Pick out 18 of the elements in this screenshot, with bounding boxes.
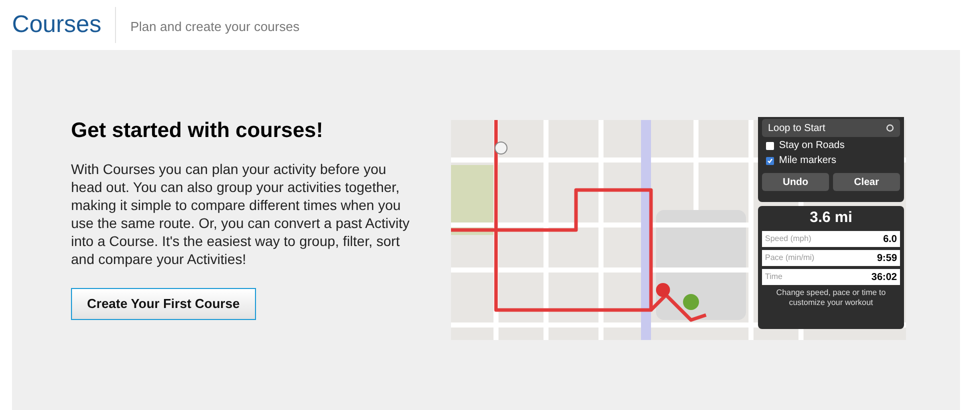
- loop-to-start-button[interactable]: Loop to Start: [762, 119, 900, 137]
- option-checkbox[interactable]: [766, 142, 774, 150]
- create-course-button[interactable]: Create Your First Course: [71, 288, 256, 320]
- page-subtitle: Plan and create your courses: [129, 18, 300, 36]
- intro-heading: Get started with courses!: [71, 118, 324, 144]
- workout-hint: Change speed, pace or time to customize your workout: [775, 288, 887, 308]
- workout-field[interactable]: Time 36:02: [762, 269, 900, 285]
- panel-button[interactable]: Clear: [833, 173, 900, 191]
- distance-text: 3.6 mi: [808, 208, 854, 228]
- intro-text: With Courses you can plan your activity before you head out. You can also group your activities together, making it simple to compare different times when you use the same route. Or, you can convert a past Activity into a Course. It's the easiest way to group, filter, sort and compare your Activities!: [71, 160, 411, 268]
- workout-field[interactable]: Speed (mph) 6.0: [762, 231, 900, 247]
- page-title: Courses: [12, 7, 116, 43]
- workout-field[interactable]: Pace (min/mi) 9:59: [762, 250, 900, 266]
- option-label: Stay on Roads: [779, 140, 845, 152]
- option-label: Mile markers: [779, 155, 836, 167]
- panel-button[interactable]: Undo: [762, 173, 829, 191]
- option-checkbox[interactable]: [766, 157, 774, 165]
- loop-icon: [886, 124, 894, 132]
